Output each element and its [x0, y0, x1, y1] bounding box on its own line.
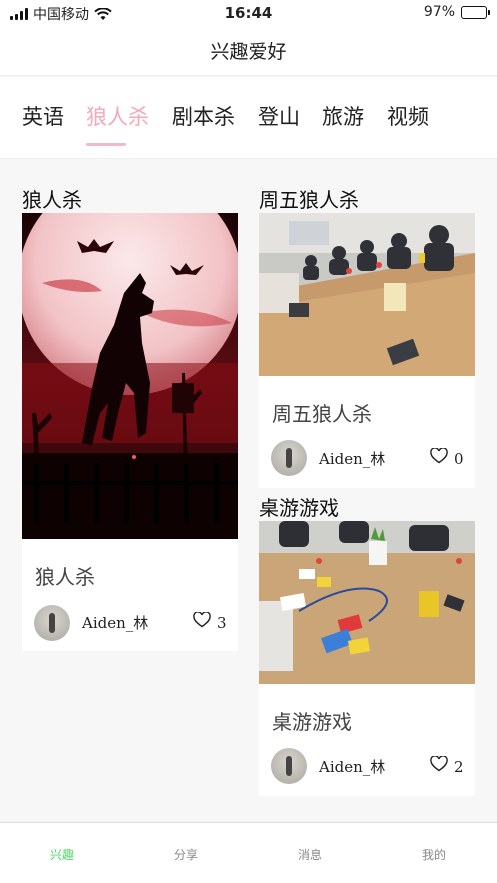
tab-video[interactable]: 视频	[387, 101, 429, 131]
avatar[interactable]	[34, 605, 70, 641]
heart-icon[interactable]	[430, 448, 448, 464]
post-name: 周五狼人杀	[272, 402, 372, 426]
page-title: 兴趣爱好	[210, 41, 287, 63]
heart-icon[interactable]	[430, 756, 448, 772]
author-name[interactable]: Aiden_林	[319, 448, 385, 469]
post-image-werewolf[interactable]	[22, 213, 238, 539]
like-count: 2	[454, 758, 464, 776]
bottom-nav-mine[interactable]: 我的	[394, 846, 474, 863]
tab-werewolf[interactable]: 狼人杀	[86, 101, 149, 131]
tab-english[interactable]: 英语	[22, 101, 64, 131]
heart-icon[interactable]	[193, 612, 211, 628]
active-tab-indicator	[86, 143, 126, 146]
post-title: 周五狼人杀	[259, 188, 359, 212]
battery-percent: 97%	[423, 4, 455, 20]
like-count: 3	[217, 614, 227, 632]
post-name: 桌游游戏	[272, 710, 352, 734]
post-feed[interactable]: 狼人杀 狼人杀 Aiden_林 3 周五狼人杀 周五狼人杀 Aiden_林 0 …	[0, 160, 497, 822]
nav-bar: 兴趣爱好	[0, 26, 497, 76]
battery-icon	[461, 5, 490, 19]
post-title: 狼人杀	[22, 188, 82, 212]
avatar[interactable]	[271, 440, 307, 476]
post-image-meeting[interactable]	[259, 213, 475, 376]
author-name[interactable]: Aiden_林	[319, 756, 385, 777]
post-card-footer[interactable]: 桌游游戏 Aiden_林 2	[259, 684, 475, 796]
status-bar: 中国移动 16:44 97%	[0, 0, 497, 26]
post-card-footer[interactable]: 狼人杀 Aiden_林 3	[22, 539, 238, 651]
post-card-footer[interactable]: 周五狼人杀 Aiden_林 0	[259, 376, 475, 488]
bottom-nav-interests[interactable]: 兴趣	[22, 846, 102, 863]
bottom-nav-messages[interactable]: 消息	[270, 846, 350, 863]
post-title: 桌游游戏	[259, 496, 339, 520]
bottom-nav-share[interactable]: 分享	[146, 846, 226, 863]
tab-script-murder[interactable]: 剧本杀	[172, 101, 235, 131]
author-name[interactable]: Aiden_林	[82, 612, 148, 633]
category-tabs: 英语 狼人杀 剧本杀 登山 旅游 视频	[0, 77, 497, 159]
post-image-board-game[interactable]	[259, 521, 475, 684]
like-count: 0	[454, 450, 464, 468]
avatar[interactable]	[271, 748, 307, 784]
clock: 16:44	[224, 4, 273, 22]
tab-hiking[interactable]: 登山	[258, 101, 300, 131]
tab-travel[interactable]: 旅游	[322, 101, 364, 131]
post-name: 狼人杀	[35, 565, 95, 589]
bottom-nav: 兴趣 分享 消息 我的	[0, 822, 497, 883]
